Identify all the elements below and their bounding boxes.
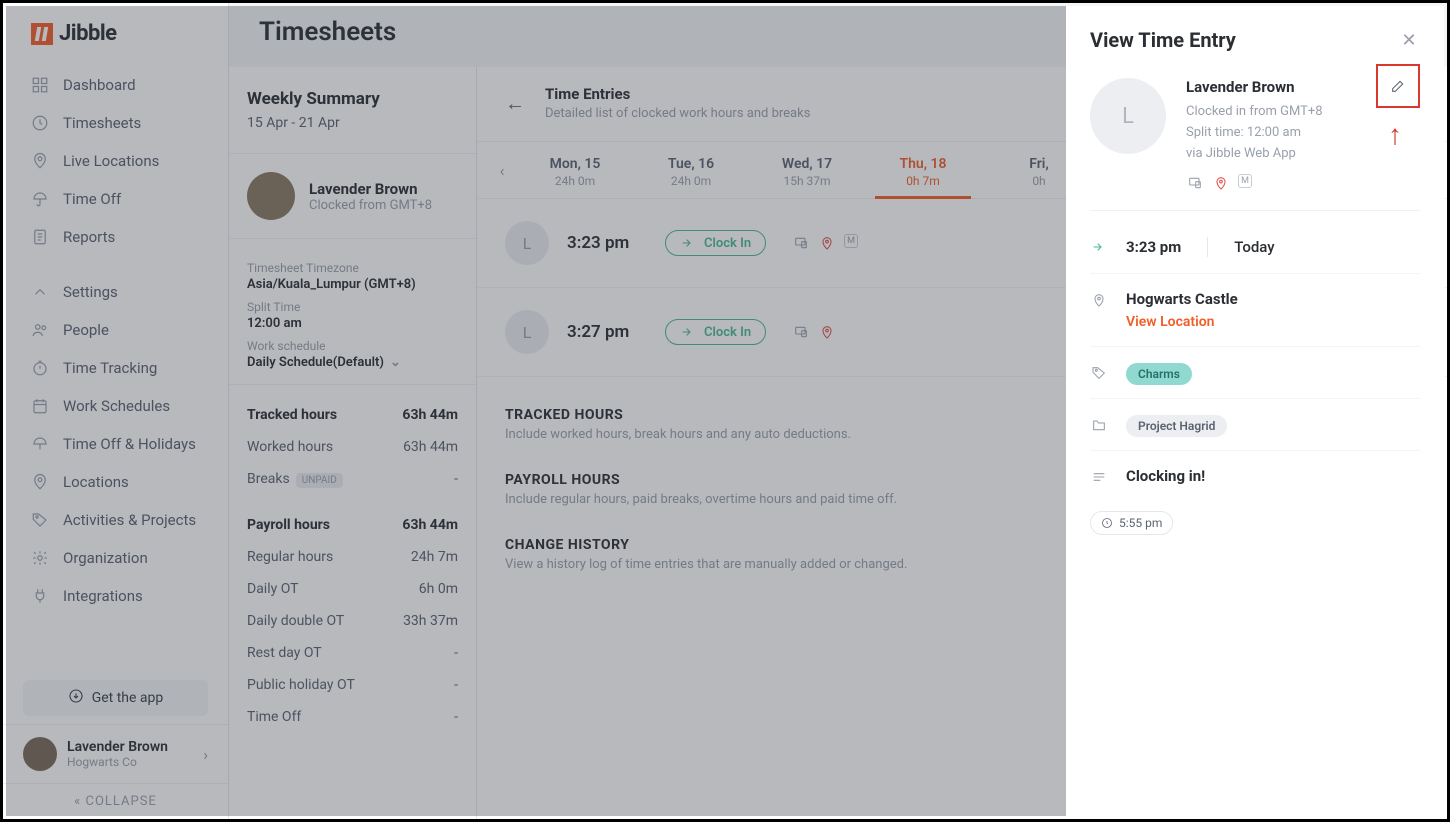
- panel-user-line: via Jibble Web App: [1186, 144, 1323, 165]
- panel-user-name: Lavender Brown: [1186, 78, 1323, 96]
- location-name: Hogwarts Castle: [1126, 290, 1420, 308]
- detail-time: 3:23 pm Today: [1090, 221, 1420, 274]
- close-button[interactable]: ✕: [1398, 29, 1420, 51]
- view-location-link[interactable]: View Location: [1126, 314, 1420, 330]
- detail-location: Hogwarts Castle View Location: [1090, 274, 1420, 347]
- annotation-arrow-icon: ↑: [1388, 118, 1402, 151]
- panel-user-line: Clocked in from GMT+8: [1186, 102, 1323, 123]
- project-tag: Project Hagrid: [1126, 415, 1227, 437]
- avatar-initial: L: [1122, 104, 1134, 129]
- detail-project: Project Hagrid: [1090, 399, 1420, 451]
- note-text: Clocking in!: [1126, 467, 1420, 485]
- arrow-in-icon: [1090, 239, 1108, 255]
- note-icon: [1090, 469, 1108, 485]
- edit-button[interactable]: [1376, 64, 1420, 108]
- detail-note: Clocking in!: [1090, 451, 1420, 501]
- entry-time: 3:23 pm: [1126, 238, 1181, 256]
- entry-day: Today: [1234, 238, 1274, 256]
- panel-user-line: Split time: 12:00 am: [1186, 123, 1323, 144]
- pin-icon: [1212, 174, 1230, 192]
- device-icon: [1186, 174, 1204, 192]
- m-badge-icon: M: [1238, 174, 1252, 188]
- pin-icon: [1090, 292, 1108, 308]
- timestamp-pill: 5:55 pm: [1090, 511, 1173, 535]
- folder-icon: [1090, 417, 1108, 433]
- activity-tag: Charms: [1126, 363, 1192, 385]
- panel-title: View Time Entry: [1090, 28, 1236, 52]
- detail-activity: Charms: [1090, 347, 1420, 399]
- tag-icon: [1090, 365, 1108, 381]
- timestamp-text: 5:55 pm: [1119, 516, 1162, 530]
- view-time-entry-panel: View Time Entry ✕ L Lavender Brown Clock…: [1066, 6, 1444, 816]
- avatar: L: [1090, 78, 1166, 154]
